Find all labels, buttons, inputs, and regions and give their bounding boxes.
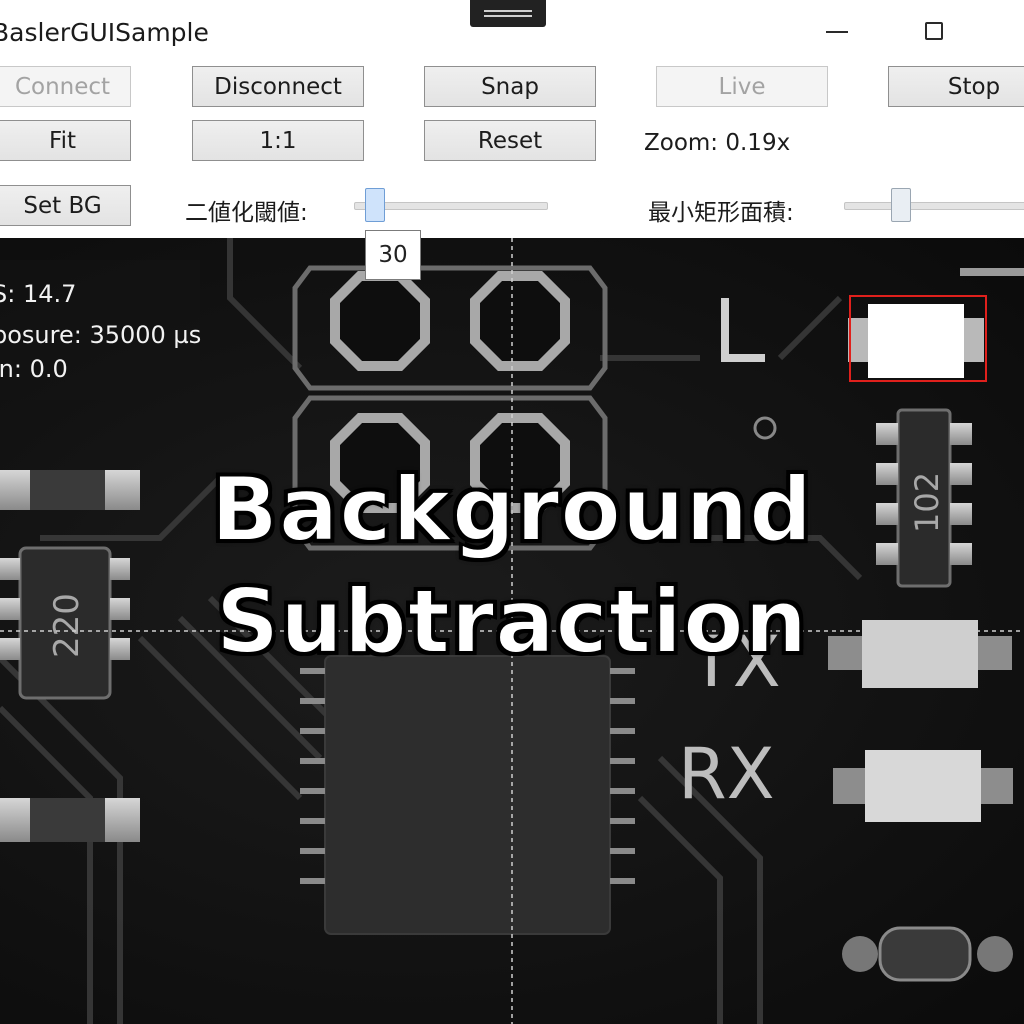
camera-info-panel: S: 14.7 posure: 35000 µs in: 0.0 — [0, 260, 202, 400]
toolbar: Connect Disconnect Snap Live Stop Fit 1:… — [0, 66, 1024, 238]
min-area-slider-thumb[interactable] — [891, 188, 911, 222]
threshold-slider-thumb[interactable] — [365, 188, 385, 222]
one-to-one-button[interactable]: 1:1 — [192, 120, 364, 161]
window-title: BaslerGUISample — [0, 18, 209, 47]
fit-button[interactable]: Fit — [0, 120, 131, 161]
minimize-icon[interactable] — [826, 31, 848, 33]
threshold-label: 二値化閾値: — [185, 200, 308, 226]
maximize-icon[interactable] — [925, 22, 943, 40]
fps-readout: S: 14.7 — [0, 280, 77, 308]
set-bg-button[interactable]: Set BG — [0, 185, 131, 226]
detection-box — [849, 295, 987, 382]
threshold-value-tooltip: 30 — [365, 230, 421, 280]
zoom-label: Zoom: 0.19x — [644, 130, 791, 156]
overlay-title-line2: Subtraction — [215, 569, 809, 674]
title-bar: BaslerGUISample — [0, 0, 1024, 66]
camera-view[interactable]: TX RX 220 102 S: 14.7 posure: 35000 µs n… — [0, 238, 1024, 1024]
min-area-slider[interactable] — [844, 202, 1024, 210]
rx-silkscreen: RX — [678, 733, 775, 815]
exposure-readout: posure: 35000 µs — [0, 321, 202, 349]
overlay-title-line1: Background — [210, 457, 814, 562]
disconnect-button[interactable]: Disconnect — [192, 66, 364, 107]
stop-button[interactable]: Stop — [888, 66, 1024, 107]
live-button[interactable]: Live — [656, 66, 828, 107]
connect-button[interactable]: Connect — [0, 66, 131, 107]
reset-button[interactable]: Reset — [424, 120, 596, 161]
min-area-label: 最小矩形面積: — [648, 200, 794, 226]
gain-readout: in: 0.0 — [0, 355, 68, 383]
drag-handle-icon[interactable] — [470, 0, 546, 27]
snap-button[interactable]: Snap — [424, 66, 596, 107]
